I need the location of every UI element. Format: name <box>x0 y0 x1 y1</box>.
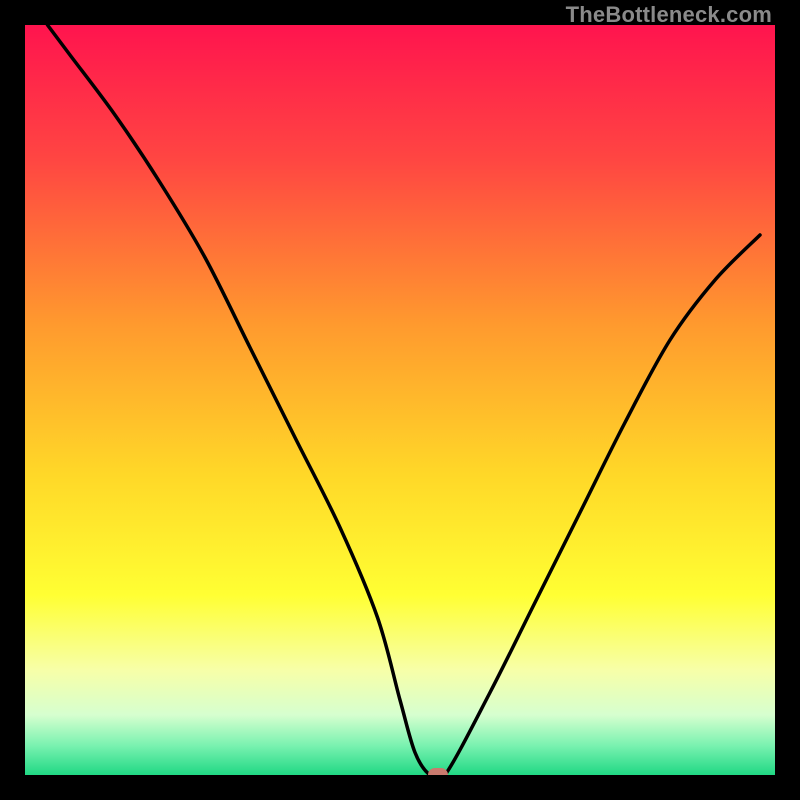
bottleneck-curve <box>25 25 775 775</box>
plot-area <box>25 25 775 775</box>
chart-frame: TheBottleneck.com <box>0 0 800 800</box>
watermark-label: TheBottleneck.com <box>566 2 772 28</box>
optimal-marker <box>428 768 448 775</box>
